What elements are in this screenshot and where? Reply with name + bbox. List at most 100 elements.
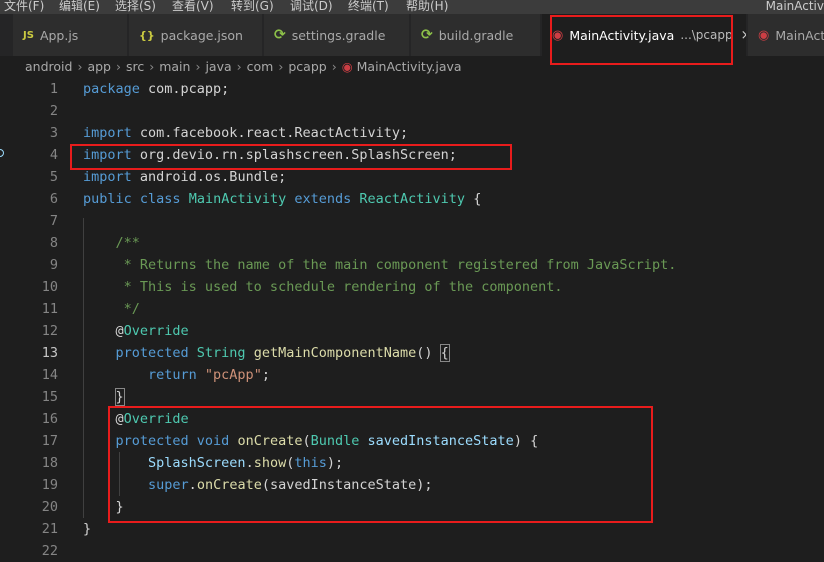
code-token: android.os.Bundle; — [139, 169, 287, 185]
code-token: import — [83, 169, 140, 185]
tab-package-json[interactable]: {} package.json — [129, 14, 263, 56]
code-line[interactable]: 10 * This is used to schedule rendering … — [0, 276, 824, 298]
code-token: public — [83, 191, 140, 207]
code-text: */ — [83, 298, 140, 320]
code-token: ; — [261, 367, 270, 383]
menu-debug[interactable]: 调试(D) — [288, 0, 335, 12]
tab-main-activity-java-2[interactable]: ◉ MainActiv — [748, 14, 824, 56]
code-token: * Returns the name of the main component… — [83, 257, 677, 273]
close-icon[interactable]: × — [741, 28, 746, 43]
code-token: { — [473, 191, 482, 207]
line-number: 13 — [41, 345, 58, 361]
code-token: } — [83, 521, 92, 537]
code-text: * This is used to schedule rendering of … — [83, 276, 563, 298]
code-text: import com.facebook.react.ReactActivity; — [83, 122, 408, 144]
line-number: 18 — [41, 455, 58, 471]
line-number: 12 — [41, 323, 58, 339]
line-number: 19 — [41, 477, 58, 493]
code-line[interactable]: 3 import com.facebook.react.ReactActivity… — [0, 122, 824, 144]
breadcrumb-item[interactable]: android — [25, 59, 72, 74]
menu-go[interactable]: 转到(G) — [229, 0, 276, 12]
menu-bar: 文件(F) 编辑(E) 选择(S) 查看(V) 转到(G) 调试(D) 终端(T… — [0, 0, 824, 14]
line-number: 1 — [49, 81, 58, 97]
code-line[interactable]: 14 return "pcApp"; — [0, 364, 824, 386]
code-text: } — [83, 386, 125, 408]
code-token: getMainComponentName — [253, 345, 417, 361]
code-token: import — [83, 125, 140, 141]
gradle-file-icon: ⟳ — [274, 27, 286, 43]
tab-build-gradle[interactable]: ⟳ build.gradle — [411, 14, 541, 56]
menu-help[interactable]: 帮助(H) — [404, 0, 450, 12]
code-text: return "pcApp"; — [83, 364, 270, 386]
code-token: * This is used to schedule rendering of … — [83, 279, 563, 295]
menu-edit[interactable]: 编辑(E) — [57, 0, 102, 12]
java-file-icon: ◉ — [758, 27, 770, 43]
line-number: 7 — [49, 213, 58, 229]
line-number: 4 — [49, 147, 58, 163]
breadcrumb-item[interactable]: pcapp — [288, 59, 326, 74]
chevron-right-icon: › — [195, 59, 201, 74]
window-title: MainActiv — [765, 0, 824, 13]
json-file-icon: {} — [139, 28, 155, 42]
line-number: 16 — [41, 411, 58, 427]
code-token: protected — [83, 345, 197, 361]
line-number: 20 — [41, 499, 58, 515]
line-number: 5 — [49, 169, 58, 185]
code-text: /** — [83, 232, 140, 254]
code-line[interactable]: 2 — [0, 100, 824, 122]
code-line[interactable]: 15 } — [0, 386, 824, 408]
menu-selection[interactable]: 选择(S) — [113, 0, 158, 12]
chevron-right-icon: › — [77, 59, 83, 74]
code-token: String — [196, 345, 254, 361]
line-number: 9 — [49, 257, 58, 273]
code-text: public class MainActivity extends ReactA… — [83, 188, 481, 210]
tab-app-js[interactable]: JS App.js — [13, 14, 128, 56]
code-line[interactable]: 13 protected String getMainComponentName… — [0, 342, 824, 364]
line-number: 2 — [49, 103, 58, 119]
breadcrumb-item[interactable]: MainActivity.java — [357, 59, 462, 74]
breadcrumb-item[interactable]: app — [87, 59, 111, 74]
code-token: com.facebook.react.ReactActivity; — [139, 125, 409, 141]
menu-file[interactable]: 文件(F) — [2, 0, 46, 12]
chevron-right-icon: › — [149, 59, 155, 74]
line-number: 10 — [41, 279, 58, 295]
javascript-file-icon: JS — [23, 29, 34, 41]
code-token: package — [83, 81, 149, 97]
menu-view[interactable]: 查看(V) — [170, 0, 216, 12]
code-line[interactable]: 11 */ — [0, 298, 824, 320]
code-token: "pcApp" — [204, 367, 262, 383]
breadcrumb-item[interactable]: src — [126, 59, 144, 74]
code-token: return — [83, 367, 205, 383]
breadcrumb-item[interactable]: java — [205, 59, 231, 74]
line-number: 6 — [49, 191, 58, 207]
code-token: com.pcapp; — [148, 81, 230, 97]
code-line[interactable]: 1 package com.pcapp; — [0, 78, 824, 100]
chevron-right-icon: › — [236, 59, 242, 74]
code-text: * Returns the name of the main component… — [83, 254, 677, 276]
code-token: extends — [294, 191, 360, 207]
tab-label: MainActiv — [775, 27, 824, 43]
line-number: 8 — [49, 235, 58, 251]
code-line[interactable]: 9 * Returns the name of the main compone… — [0, 254, 824, 276]
tab-label: build.gradle — [438, 27, 514, 43]
code-line[interactable]: 6 public class MainActivity extends React… — [0, 188, 824, 210]
annotation-box-oncreate-method — [108, 406, 653, 523]
code-text: package com.pcapp; — [83, 78, 229, 100]
tab-label: App.js — [39, 27, 79, 43]
menu-terminal[interactable]: 终端(T) — [346, 0, 391, 12]
code-token: ReactActivity — [359, 191, 474, 207]
line-number: 3 — [49, 125, 58, 141]
line-number: 15 — [41, 389, 58, 405]
code-line[interactable]: 12 @Override — [0, 320, 824, 342]
code-line[interactable]: 8 /** — [0, 232, 824, 254]
code-token: } — [114, 388, 125, 406]
code-token: /** — [83, 235, 140, 251]
chevron-right-icon: › — [278, 59, 284, 74]
code-line[interactable]: 7 — [0, 210, 824, 232]
chevron-right-icon: › — [331, 59, 337, 74]
breadcrumb-item[interactable]: com — [247, 59, 274, 74]
tab-settings-gradle[interactable]: ⟳ settings.gradle — [264, 14, 410, 56]
breadcrumb-item[interactable]: main — [159, 59, 190, 74]
tab-label: settings.gradle — [291, 27, 386, 43]
chevron-right-icon: › — [115, 59, 121, 74]
